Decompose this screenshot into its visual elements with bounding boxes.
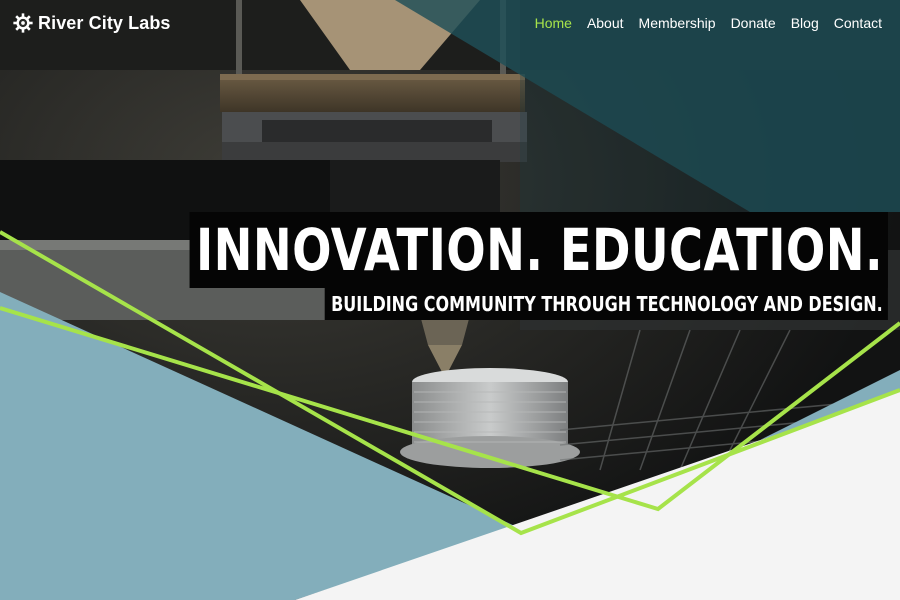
nav-item-contact[interactable]: Contact	[834, 15, 882, 31]
gear-icon	[12, 12, 34, 34]
nav-item-blog[interactable]: Blog	[791, 15, 819, 31]
brand-name: River City Labs	[38, 12, 171, 33]
hero-subheadline: BUILDING COMMUNITY THROUGH TECHNOLOGY AN…	[325, 288, 888, 320]
brand-logo-link[interactable]: River City Labs	[12, 12, 171, 34]
nav-item-about[interactable]: About	[587, 15, 624, 31]
hero-headline: INNOVATION. EDUCATION.	[189, 212, 888, 288]
hero-text: INNOVATION. EDUCATION. BUILDING COMMUNIT…	[15, 212, 888, 320]
nav-item-membership[interactable]: Membership	[639, 15, 716, 31]
main-nav: Home About Membership Donate Blog Contac…	[535, 15, 882, 31]
nav-item-home[interactable]: Home	[535, 15, 572, 31]
nav-item-donate[interactable]: Donate	[731, 15, 776, 31]
top-navbar: River City Labs Home About Membership Do…	[0, 0, 900, 46]
